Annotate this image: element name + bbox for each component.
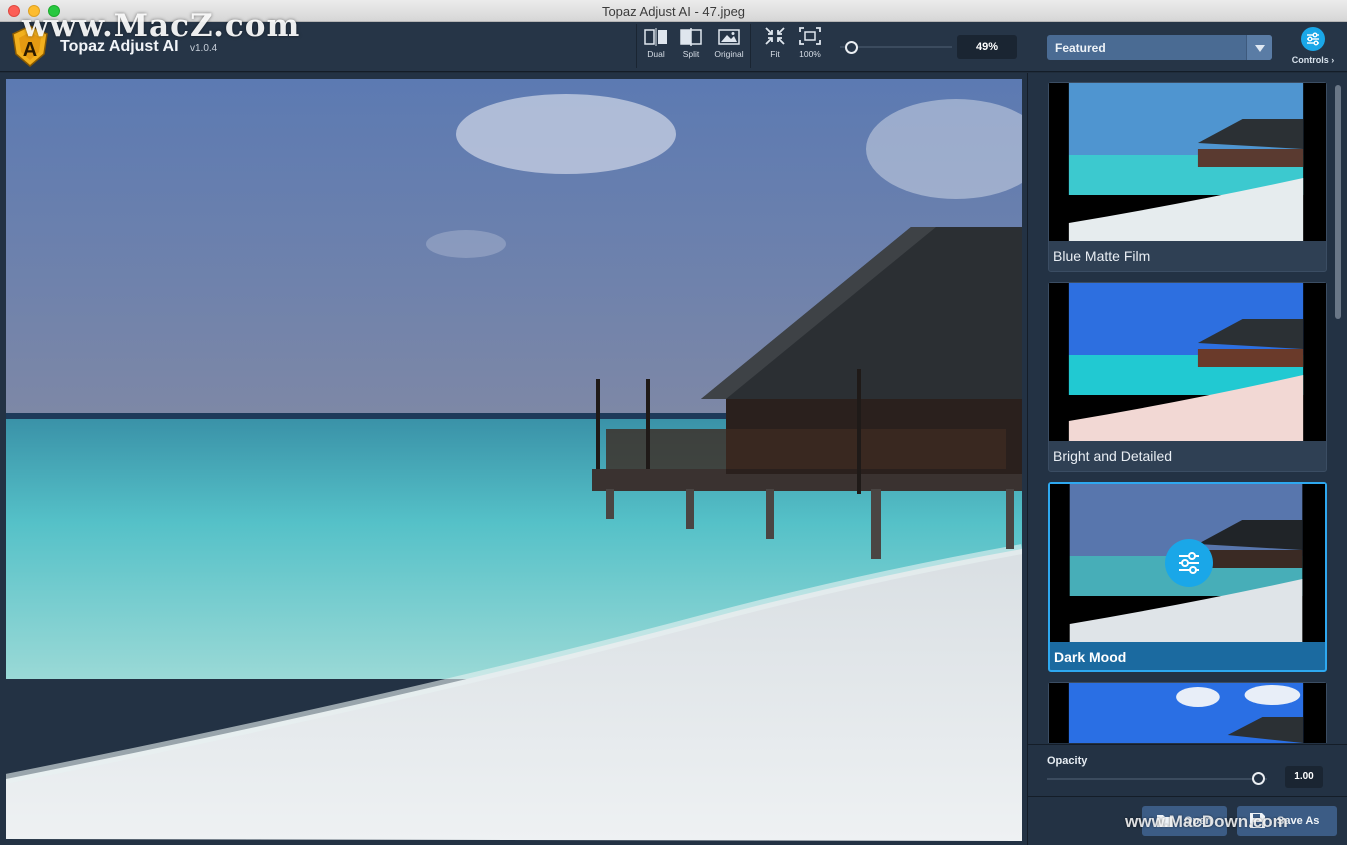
watermark-bottom: www.MacDown.com [1125,812,1288,831]
split-view-label: Split [682,49,700,59]
dual-view-button[interactable]: Dual [638,28,674,59]
preset-label: Blue Matte Film [1053,248,1151,264]
split-view-icon [680,28,702,46]
preset-adjust-button[interactable] [1165,539,1213,587]
original-view-icon [718,29,740,45]
zoom-value-field[interactable]: 49% [957,35,1017,59]
image-canvas[interactable] [0,73,1027,845]
preset-label: Dark Mood [1054,649,1127,665]
actual-size-label: 100% [799,49,821,59]
controls-toggle-button[interactable]: Controls › [1289,27,1337,67]
chevron-right-icon: › [1331,55,1335,65]
preset-list[interactable]: Blue Matte Film Bright and Detailed Dark… [1028,73,1347,743]
fit-label: Fit [770,49,780,59]
preset-category-dropdown[interactable]: Featured [1047,35,1272,60]
dual-view-label: Dual [647,49,665,59]
opacity-control: Opacity 1.00 [1028,744,1347,796]
opacity-label: Opacity [1047,755,1088,767]
original-view-label: Original [714,49,744,59]
preset-list-scrollbar[interactable] [1335,85,1341,319]
opacity-value-field[interactable]: 1.00 [1285,766,1323,788]
preset-card-dark-mood[interactable]: Dark Mood [1048,482,1327,672]
actual-size-icon [799,27,821,45]
zoom-slider-handle[interactable] [844,41,858,54]
preset-category-label: Featured [1055,41,1106,55]
preset-label: Bright and Detailed [1053,448,1173,464]
actual-size-button[interactable]: 100% [792,26,828,59]
dual-view-icon [644,28,667,46]
main-photo-preview[interactable] [6,79,1022,841]
original-view-button[interactable]: Original [711,28,747,59]
app-version: v1.0.4 [190,43,218,54]
watermark-top: www.MacZ.com [22,8,301,44]
fit-icon [765,27,785,45]
fit-button[interactable]: Fit [757,26,793,59]
opacity-slider-handle[interactable] [1252,772,1265,785]
preset-card-blue-matte-film[interactable]: Blue Matte Film [1048,82,1327,272]
preset-thumbnail [1049,683,1326,743]
preset-thumbnail [1049,83,1326,241]
preset-card-bright-and-detailed[interactable]: Bright and Detailed [1048,282,1327,472]
sliders-icon [1301,27,1325,51]
sliders-icon [1179,552,1199,574]
preset-sidebar: Blue Matte Film Bright and Detailed Dark… [1027,73,1347,845]
preset-card-next[interactable] [1048,682,1327,743]
view-mode-group: Dual Split Original [636,24,751,68]
split-view-button[interactable]: Split [673,28,709,59]
opacity-slider-track[interactable] [1047,778,1267,780]
controls-label: Controls [1291,55,1329,65]
chevron-down-icon[interactable] [1246,35,1272,60]
preset-thumbnail [1049,283,1326,441]
